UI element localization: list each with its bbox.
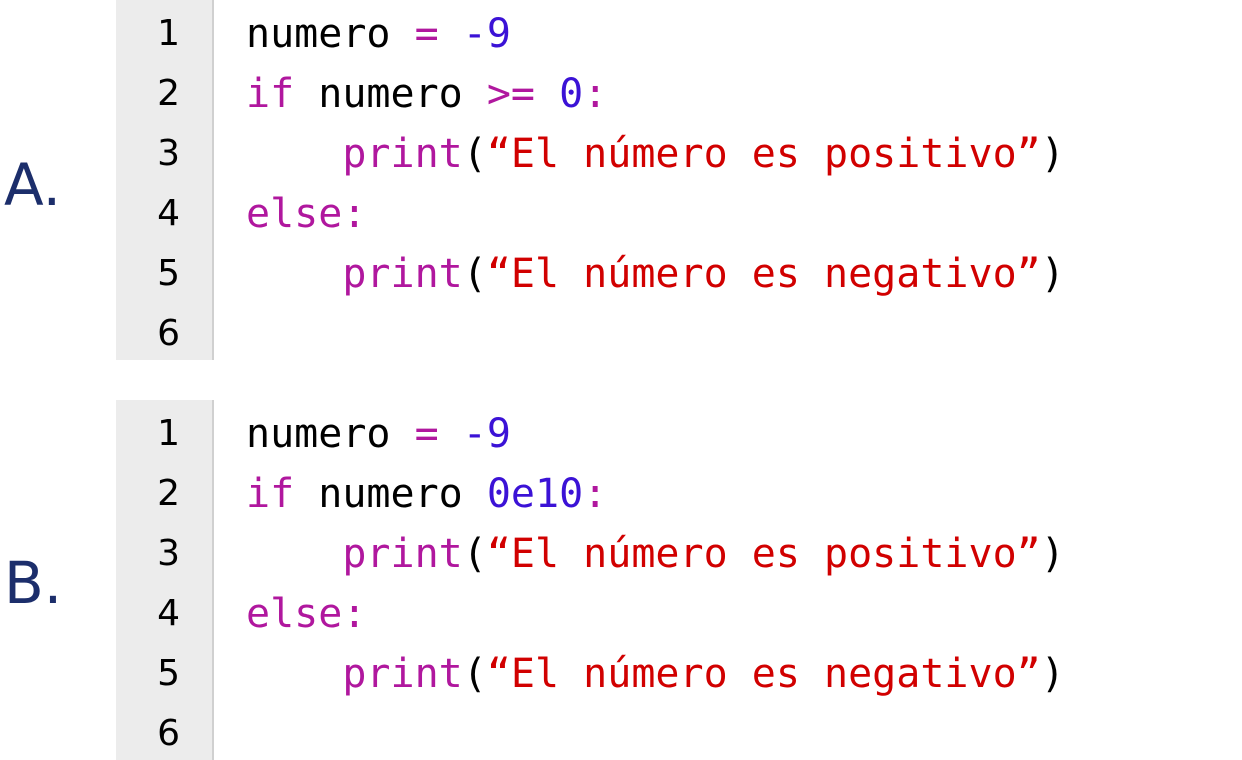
line-number: 6 (157, 713, 180, 754)
code-token: ) (1040, 651, 1065, 697)
option-letter: B. (4, 549, 63, 617)
code-token: if (246, 471, 295, 517)
code-token: “El número es positivo” (486, 131, 1041, 177)
code-token: : (583, 71, 608, 117)
line-number: 4 (157, 593, 180, 634)
code-token: else (246, 591, 343, 637)
line-number: 5 (157, 253, 180, 294)
code-token: print (342, 531, 463, 577)
code-token: ( (462, 251, 487, 297)
code-line: if numero 0e10: (246, 474, 607, 514)
line-number: 2 (157, 473, 180, 514)
line-number: 5 (157, 653, 180, 694)
line-number-gutter: 1 2 3 4 5 6 (116, 400, 214, 760)
code-token: numero (294, 71, 487, 117)
line-number: 1 (157, 13, 180, 54)
code-token: ( (462, 531, 487, 577)
code-token: : (583, 471, 608, 517)
code-line: print(“El número es positivo”) (246, 134, 1065, 174)
line-number-gutter: 1 2 3 4 5 6 (116, 0, 214, 360)
code-token: numero (246, 411, 415, 457)
code-token: ) (1040, 131, 1065, 177)
code-line: if numero >= 0: (246, 74, 607, 114)
code-token: “El número es negativo” (486, 651, 1041, 697)
line-number: 4 (157, 193, 180, 234)
code-line: else: (246, 594, 366, 634)
code-token: : (342, 191, 367, 237)
code-token: 0 (559, 71, 584, 117)
code-token: ( (462, 131, 487, 177)
line-number: 1 (157, 413, 180, 454)
code-token: -9 (462, 411, 511, 457)
code-token: “El número es positivo” (486, 531, 1041, 577)
code-token: if (246, 71, 295, 117)
option-a: A. 1 2 3 4 5 6 numero = -9 if numero >= 0: pri… (0, 0, 1242, 360)
code-token: print (342, 131, 463, 177)
code-line: numero = -9 (246, 414, 511, 454)
code-line: print(“El número es negativo”) (246, 654, 1065, 694)
line-number: 6 (157, 313, 180, 354)
code-token: numero (294, 471, 487, 517)
line-number: 3 (157, 533, 180, 574)
code-token: ) (1040, 251, 1065, 297)
code-token: = (414, 411, 439, 457)
line-number: 2 (157, 73, 180, 114)
code-token: print (342, 651, 463, 697)
code-token: 0e10 (486, 471, 584, 517)
code-token: ) (1040, 531, 1065, 577)
code-line: else: (246, 194, 366, 234)
code-line: numero = -9 (246, 14, 511, 54)
code-token: print (342, 251, 463, 297)
code-token: : (342, 591, 367, 637)
line-number: 3 (157, 133, 180, 174)
option-letter: A. (4, 151, 62, 219)
code-token: “El número es negativo” (486, 251, 1041, 297)
code-token: -9 (462, 11, 511, 57)
code-line: print(“El número es negativo”) (246, 254, 1065, 294)
code-token: numero (246, 11, 415, 57)
code-token: >= (486, 71, 535, 117)
code-line: print(“El número es positivo”) (246, 534, 1065, 574)
code-token: ( (462, 651, 487, 697)
page: A. 1 2 3 4 5 6 numero = -9 if numero >= 0: pri… (0, 0, 1242, 760)
code-token: else (246, 191, 343, 237)
code-token: = (414, 11, 439, 57)
option-b: B. 1 2 3 4 5 6 numero = -9 if numero 0e10: pri… (0, 400, 1242, 760)
